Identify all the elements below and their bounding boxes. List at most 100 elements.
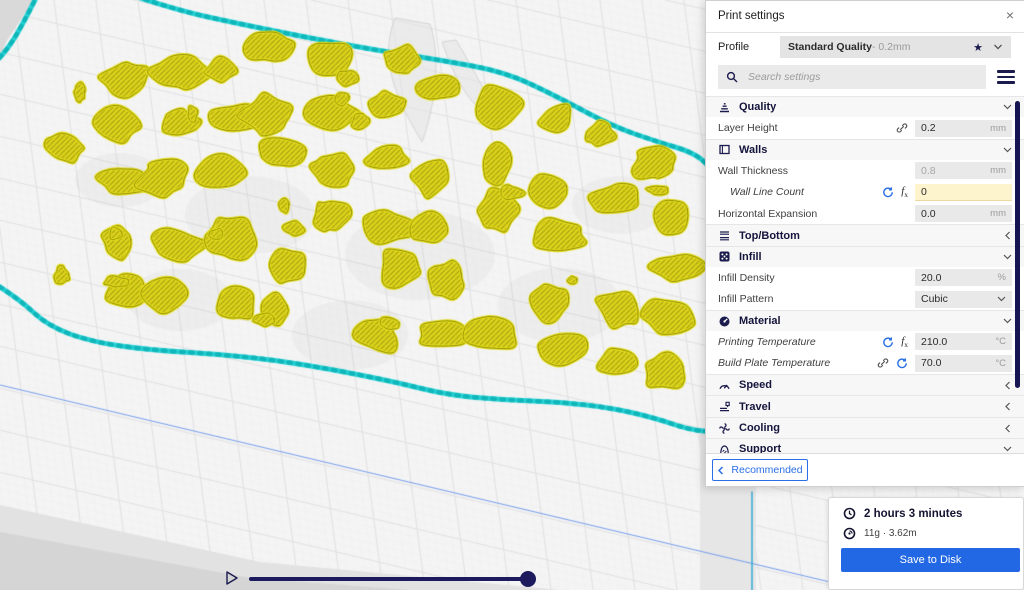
function-icon: fx [901, 185, 908, 199]
section-travel[interactable]: Travel [706, 395, 1024, 416]
walls-icon [718, 143, 731, 156]
setting-horizontal-expansion: Horizontal Expansion 0.0 mm [706, 203, 1024, 224]
section-label: Material [739, 315, 781, 327]
chevron-down-icon [993, 43, 1003, 51]
chevron-down-icon [1003, 103, 1012, 111]
save-to-disk-button[interactable]: Save to Disk [841, 548, 1020, 572]
section-quality[interactable]: Quality [706, 96, 1024, 117]
playback-slider-handle[interactable] [520, 571, 536, 587]
wall-thickness-field[interactable]: 0.8 mm [915, 162, 1012, 179]
print-time: 2 hours 3 minutes [864, 508, 962, 520]
section-material[interactable]: Material [706, 310, 1024, 331]
section-label: Walls [739, 144, 767, 156]
chevron-left-icon [1004, 424, 1012, 433]
infill-density-field[interactable]: 20.0 % [915, 269, 1012, 286]
close-icon[interactable]: × [1006, 7, 1014, 23]
support-icon [718, 443, 731, 453]
profile-detail: - 0.2mm [872, 41, 911, 53]
material-usage: 11g · 3.62m [864, 528, 917, 539]
setting-label: Horizontal Expansion [718, 208, 817, 220]
section-top-bottom[interactable]: Top/Bottom [706, 224, 1024, 245]
link-icon [877, 357, 889, 369]
section-support[interactable]: Support [706, 438, 1024, 453]
layer-height-field[interactable]: 0.2 mm [915, 120, 1012, 137]
field-unit: °C [995, 336, 1006, 347]
panel-title: Print settings [718, 10, 784, 22]
search-field[interactable] [718, 65, 986, 89]
play-button[interactable] [225, 570, 239, 586]
section-label: Support [739, 443, 781, 453]
print-settings-panel: Print settings × Profile Standard Qualit… [705, 0, 1024, 487]
clock-icon [843, 507, 856, 520]
setting-infill-density: Infill Density 20.0 % [706, 267, 1024, 288]
section-cooling[interactable]: Cooling [706, 417, 1024, 438]
chevron-left-icon [1004, 402, 1012, 411]
field-unit: mm [990, 165, 1006, 176]
setting-label: Build Plate Temperature [718, 357, 830, 369]
cura-preview-window: Print settings × Profile Standard Qualit… [0, 0, 1024, 590]
setting-wall-line-count: Wall Line Count fx 0 [706, 182, 1024, 203]
setting-label: Wall Thickness [718, 165, 788, 177]
field-value: 0 [921, 186, 927, 198]
setting-layer-height: Layer Height 0.2 mm [706, 117, 1024, 138]
chevron-down-icon [1003, 146, 1012, 154]
field-value: 0.8 [921, 165, 936, 177]
setting-wall-thickness: Wall Thickness 0.8 mm [706, 160, 1024, 181]
star-icon[interactable]: ★ [973, 41, 983, 54]
travel-icon [718, 400, 731, 413]
profile-row: Profile Standard Quality - 0.2mm ★ [706, 34, 1024, 60]
chevron-down-icon [1003, 445, 1012, 453]
setting-build-plate-temperature: Build Plate Temperature 70.0 °C [706, 353, 1024, 374]
field-value: Cubic [921, 293, 948, 305]
search-icon [726, 71, 739, 84]
section-label: Top/Bottom [739, 230, 800, 242]
field-unit: mm [990, 123, 1006, 134]
setting-label: Infill Pattern [718, 293, 773, 305]
section-walls[interactable]: Walls [706, 139, 1024, 160]
settings-list: Quality Layer Height 0.2 mm Walls [706, 96, 1024, 453]
function-icon: fx [901, 335, 908, 349]
setting-infill-pattern: Infill Pattern Cubic [706, 289, 1024, 310]
section-label: Travel [739, 401, 771, 413]
section-speed[interactable]: Speed [706, 374, 1024, 395]
revert-icon[interactable] [882, 336, 894, 348]
search-row [706, 62, 1024, 92]
material-spool-icon [843, 527, 856, 540]
quality-icon [718, 101, 731, 114]
section-infill[interactable]: Infill [706, 246, 1024, 267]
revert-icon[interactable] [896, 357, 908, 369]
wall-line-count-field[interactable]: 0 [915, 184, 1012, 201]
field-value: 70.0 [921, 357, 941, 369]
recommended-label: Recommended [731, 464, 802, 476]
printing-temperature-field[interactable]: 210.0 °C [915, 333, 1012, 350]
setting-label: Wall Line Count [718, 186, 804, 198]
infill-icon [718, 250, 731, 263]
recommended-button[interactable]: Recommended [712, 459, 808, 481]
build-plate-temperature-field[interactable]: 70.0 °C [915, 355, 1012, 372]
settings-menu-icon[interactable] [997, 70, 1015, 84]
infill-pattern-dropdown[interactable]: Cubic [915, 291, 1012, 308]
panel-footer: Recommended [706, 453, 1024, 486]
layer-playback-slider[interactable] [249, 577, 535, 581]
revert-icon[interactable] [882, 186, 894, 198]
chevron-left-icon [1004, 231, 1012, 240]
material-icon [718, 315, 731, 328]
section-label: Cooling [739, 422, 780, 434]
setting-label: Layer Height [718, 122, 778, 134]
field-value: 210.0 [921, 336, 947, 348]
panel-header: Print settings × [706, 1, 1024, 33]
speed-icon [718, 379, 731, 392]
profile-label: Profile [718, 41, 749, 53]
horizontal-expansion-field[interactable]: 0.0 mm [915, 205, 1012, 222]
chevron-down-icon [1003, 317, 1012, 325]
cooling-icon [718, 422, 731, 435]
chevron-down-icon [997, 295, 1006, 303]
panel-scrollbar[interactable] [1015, 101, 1020, 388]
top-bottom-icon [718, 229, 731, 242]
setting-label: Printing Temperature [718, 336, 816, 348]
link-icon [896, 122, 908, 134]
profile-dropdown[interactable]: Standard Quality - 0.2mm ★ [780, 36, 1011, 58]
search-input[interactable] [746, 70, 978, 84]
setting-label: Infill Density [718, 272, 775, 284]
output-panel: 2 hours 3 minutes 11g · 3.62m Save to Di… [828, 497, 1024, 590]
